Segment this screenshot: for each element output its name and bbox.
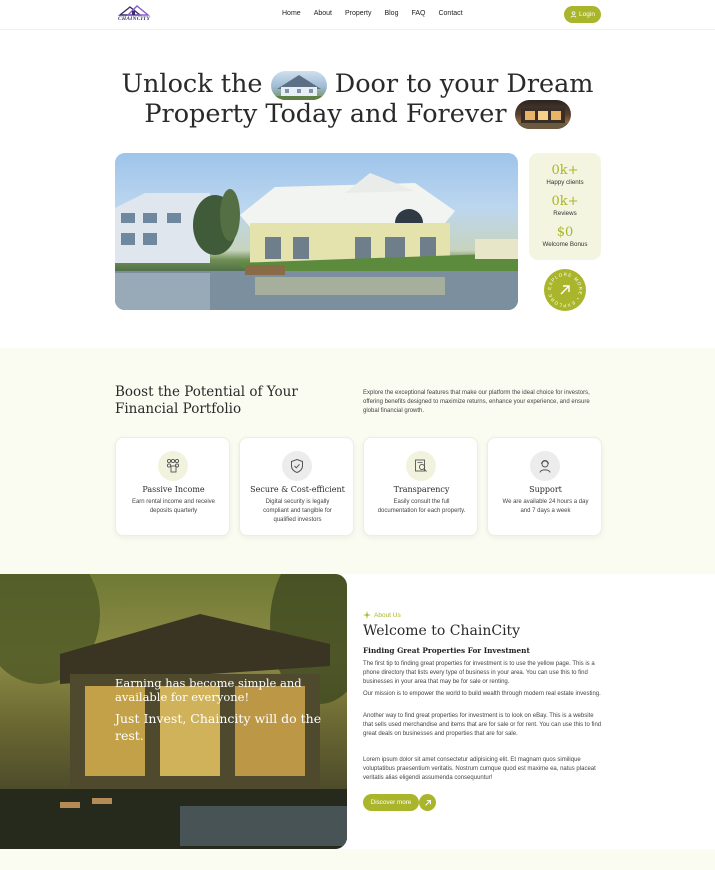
card-title: Secure & Cost-efficient [250, 485, 345, 494]
nav-blog[interactable]: Blog [384, 10, 398, 17]
features-description: Explore the exceptional features that ma… [363, 390, 590, 415]
hero-title: Unlock the Door to your Dream Property T… [0, 70, 715, 129]
feature-card-passive-income: Passive Income Earn rental income and re… [115, 437, 230, 536]
about-paragraph-1: The first tip to finding great propertie… [363, 661, 595, 686]
arrow-up-right-icon [560, 285, 570, 295]
about-tag-label: About Us [374, 611, 401, 619]
stat-welcome-bonus: $0 Welcome Bonus [529, 225, 601, 248]
hero-title-line2: Property Today and Forever [144, 98, 507, 129]
login-button[interactable]: Login [564, 6, 601, 23]
main-nav: Home About Property Blog FAQ Contact [282, 10, 476, 17]
stat-value: $0 [556, 225, 574, 240]
hero-title-part1: Unlock the [121, 69, 263, 99]
discover-arrow-button[interactable] [419, 794, 436, 811]
nav-about[interactable]: About [314, 10, 332, 17]
shield-check-icon [282, 451, 312, 481]
document-search-icon [406, 451, 436, 481]
nav-faq[interactable]: FAQ [411, 10, 425, 17]
about-title: Welcome to ChainCity [363, 623, 521, 639]
stat-reviews: 0k+ Reviews [529, 194, 601, 217]
site-header: CHAINCITY Home About Property Blog FAQ C… [0, 0, 715, 30]
stat-label: Welcome Bonus [542, 241, 588, 248]
arrow-up-right-icon [424, 799, 431, 806]
card-title: Support [529, 485, 562, 494]
nav-property[interactable]: Property [345, 10, 371, 17]
logo-house-icon [118, 5, 150, 16]
explore-more-button[interactable]: EXPLORE MORE • EXPLORE MORE • [542, 265, 586, 311]
coins-icon [158, 451, 188, 481]
explore-more-ring-text: EXPLORE MORE • EXPLORE MORE • [544, 269, 583, 308]
feature-card-support: Support We are available 24 hours a day … [487, 437, 602, 536]
next-section-strip [0, 849, 715, 870]
house-thumbnail-2 [514, 100, 571, 129]
sparkle-icon [363, 611, 371, 619]
nav-contact[interactable]: Contact [438, 10, 462, 17]
login-label: Login [579, 11, 595, 18]
discover-more-button[interactable]: Discover more [363, 794, 419, 811]
logo-text: CHAINCITY [117, 16, 151, 22]
about-tag: About Us [363, 611, 401, 619]
about-paragraph-3: Another way to find great properties for… [363, 713, 602, 738]
house-thumbnail-1 [270, 70, 327, 100]
features-title: Boost the Potential of Your Financial Po… [115, 384, 298, 417]
about-overlay-tagline: Just Invest, Chaincity will do the rest. [115, 711, 322, 743]
features-section [0, 348, 715, 574]
card-description: Digital security is legally compliant an… [263, 499, 332, 523]
support-agent-icon [530, 451, 560, 481]
stat-label: Reviews [553, 210, 577, 217]
feature-card-transparency: Transparency Easily consult the full doc… [363, 437, 478, 536]
about-subtitle: Finding Great Properties For Investment [363, 646, 530, 655]
stat-value: 0k+ [551, 194, 579, 209]
stat-happy-clients: 0k+ Happy clients [529, 163, 601, 186]
hero-title-part2: Door to your Dream [334, 69, 594, 99]
about-paragraph-4: Lorem ipsum dolor sit amet consectetur a… [363, 757, 596, 782]
card-description: Earn rental income and receive deposits … [131, 499, 216, 514]
stat-value: 0k+ [551, 163, 579, 178]
stats-panel: 0k+ Happy clients 0k+ Reviews $0 Welcome… [529, 153, 601, 260]
user-icon [570, 11, 577, 18]
chaincity-logo[interactable]: CHAINCITY [116, 4, 152, 24]
about-overlay-heading: Earning has become simple and available … [115, 676, 302, 704]
nav-home[interactable]: Home [282, 10, 301, 17]
stat-label: Happy clients [546, 179, 584, 186]
card-description: Easily consult the full documentation fo… [377, 499, 466, 514]
feature-card-secure: Secure & Cost-efficient Digital security… [239, 437, 354, 536]
card-title: Transparency [393, 485, 450, 494]
card-title: Passive Income [142, 485, 205, 494]
about-paragraph-2: Our mission is to empower the world to b… [363, 691, 601, 697]
hero-house-image [115, 153, 518, 310]
card-description: We are available 24 hours a day and 7 da… [502, 499, 589, 514]
